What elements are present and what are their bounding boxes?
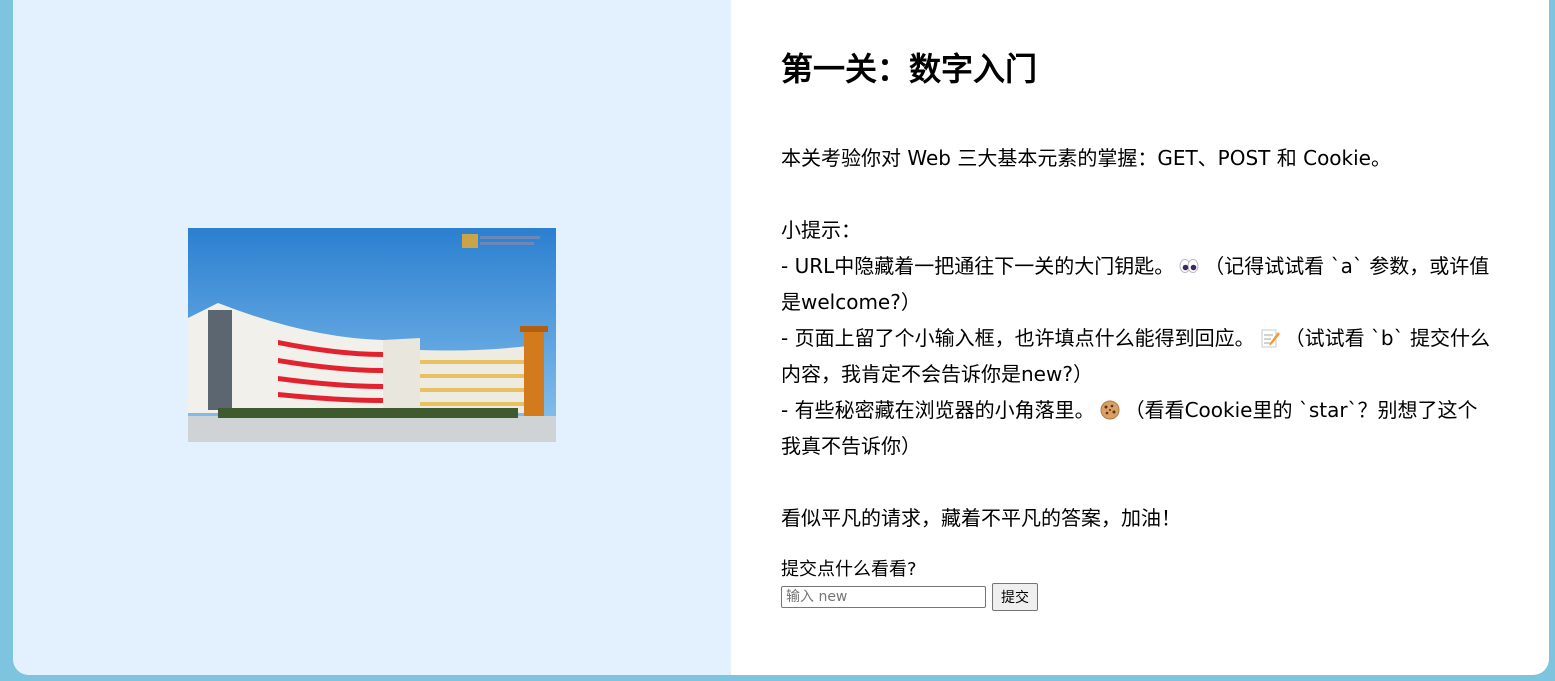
memo-icon <box>1259 324 1281 348</box>
intro-text: 本关考验你对 Web 三大基本元素的掌握：GET、POST 和 Cookie。 <box>781 146 1391 170</box>
b-param-input[interactable] <box>781 586 986 608</box>
input-row: 提交 <box>781 583 1038 611</box>
cookie-icon <box>1099 396 1121 420</box>
input-label: 提交点什么看看? <box>781 559 917 580</box>
hint-post: - 页面上留了个小输入框，也许填点什么能得到回应。 （试试看 `b` 提交什么内容… <box>781 324 1490 386</box>
submit-button[interactable]: 提交 <box>992 583 1038 611</box>
hint-cookie: - 有些秘密藏在浏览器的小角落里。 （看看Cookie里的 `star`？别想了这… <box>781 396 1478 458</box>
eyes-icon <box>1178 252 1200 274</box>
page-title: 第一关：数字入门 <box>781 50 1038 88</box>
submit-form: 提交点什么看看? 提交 <box>781 557 1038 611</box>
school-building-photo <box>188 228 556 442</box>
level-description: 本关考验你对 Web 三大基本元素的掌握：GET、POST 和 Cookie。 … <box>781 140 1491 536</box>
image-panel <box>13 0 731 675</box>
hint-heading: 小提示： <box>781 218 861 242</box>
main-card: 第一关：数字入门 本关考验你对 Web 三大基本元素的掌握：GET、POST 和… <box>13 0 1549 675</box>
outro-text: 看似平凡的请求，藏着不平凡的答案，加油！ <box>781 506 1181 530</box>
instructions-panel: 第一关：数字入门 本关考验你对 Web 三大基本元素的掌握：GET、POST 和… <box>731 0 1549 675</box>
hint-get: - URL中隐藏着一把通往下一关的大门钥匙。 （记得试试看 `a` 参数，或许值是… <box>781 252 1490 314</box>
